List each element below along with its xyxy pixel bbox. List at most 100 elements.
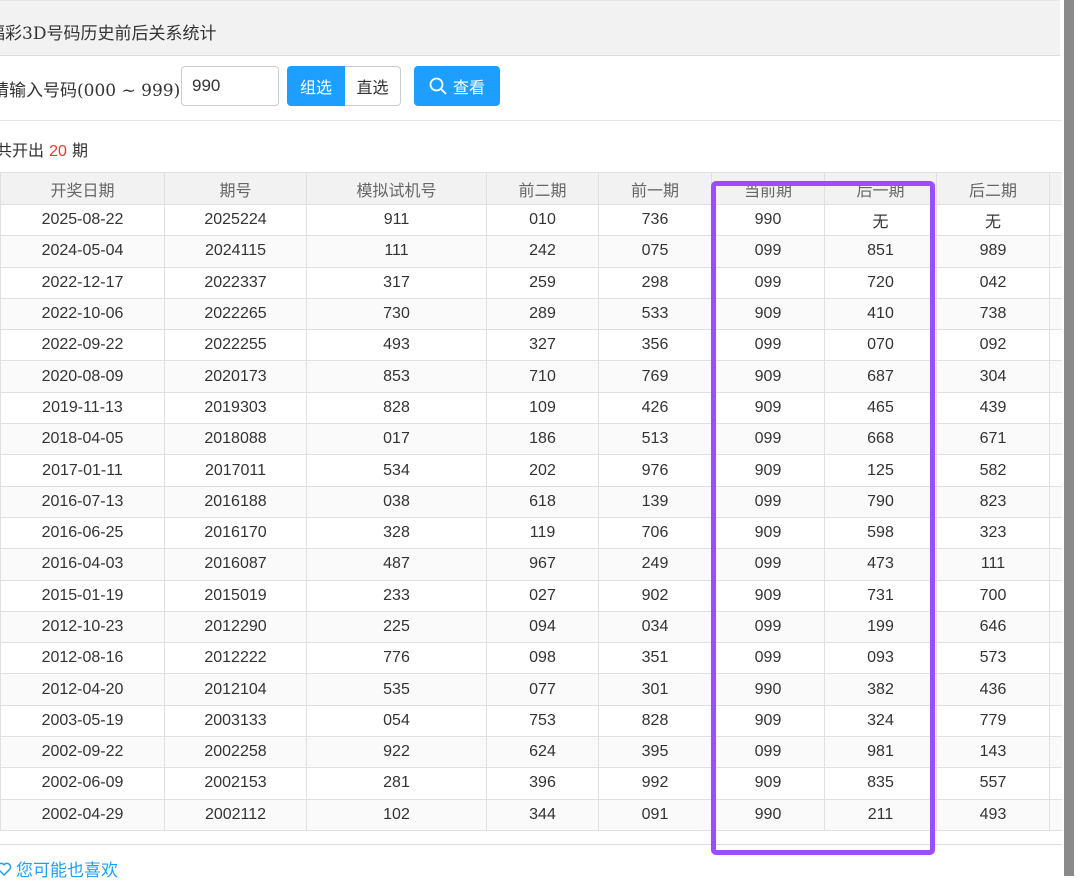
cell-test-number: 911: [306, 203, 487, 237]
divider: [0, 120, 1062, 121]
table-row: 2016-07-13 2016188 038 618 139 099 790 823: [0, 485, 1062, 518]
cell-test-number: 776: [306, 642, 487, 675]
you-may-like-link[interactable]: 您可能也喜欢: [0, 856, 118, 881]
table-row: 2017-01-11 2017011 534 202 976 909 125 582: [0, 454, 1062, 487]
cell-spacer: [1049, 297, 1062, 331]
cell-test-number: 317: [306, 266, 487, 299]
cell-issue: 2012222: [164, 642, 307, 675]
cell-spacer: [1049, 704, 1062, 738]
column-header-issue[interactable]: 期号: [164, 172, 307, 205]
cell-issue: 2022265: [164, 297, 307, 331]
cell-spacer: [1049, 235, 1062, 268]
cell-test-number: 828: [306, 391, 487, 425]
cell-next-1: 211: [824, 798, 937, 831]
cell-prev-1: 706: [598, 516, 712, 550]
cell-issue: 2012104: [164, 673, 307, 706]
cell-prev-1: 902: [598, 579, 712, 612]
cell-prev-2: 119: [486, 516, 599, 550]
direct-select-button[interactable]: 直选: [345, 66, 401, 106]
cell-issue: 2012290: [164, 610, 307, 644]
column-header-next-2[interactable]: 后二期: [936, 172, 1050, 205]
cell-issue: 2019303: [164, 391, 307, 425]
cell-draw-date: 2017-01-11: [0, 454, 165, 487]
cell-current: 909: [711, 767, 825, 800]
cell-test-number: 225: [306, 610, 487, 644]
cell-current: 909: [711, 516, 825, 550]
cell-issue: 2016087: [164, 548, 307, 581]
cell-next-2: 557: [936, 767, 1050, 800]
cell-test-number: 534: [306, 454, 487, 487]
cell-next-1: 473: [824, 548, 937, 581]
table-row: 2018-04-05 2018088 017 186 513 099 668 671: [0, 423, 1062, 456]
cell-next-1: 无: [824, 203, 937, 237]
table-row: 2025-08-22 2025224 911 010 736 990 无无: [0, 203, 1062, 237]
cell-next-2: 493: [936, 798, 1050, 831]
cell-draw-date: 2002-09-22: [0, 736, 165, 769]
cell-spacer: [1049, 767, 1062, 800]
cell-test-number: 328: [306, 516, 487, 550]
cell-next-2: 671: [936, 423, 1050, 456]
cell-prev-1: 533: [598, 297, 712, 331]
cell-next-2: 989: [936, 235, 1050, 268]
selection-type-toggle: 组选 直选: [287, 66, 401, 106]
column-header-test-number[interactable]: 模拟试机号: [306, 172, 487, 205]
cell-next-1: 070: [824, 329, 937, 362]
cell-spacer: [1049, 360, 1062, 393]
cell-test-number: 493: [306, 329, 487, 362]
table-row: 2003-05-19 2003133 054 753 828 909 324 779: [0, 704, 1062, 738]
cell-prev-1: 426: [598, 391, 712, 425]
cell-next-1: 410: [824, 297, 937, 331]
table-row: 2020-08-09 2020173 853 710 769 909 687 304: [0, 360, 1062, 393]
column-header-next-1[interactable]: 后一期: [824, 172, 937, 205]
number-input-label: 请输入号码(000 ~ 999)：: [0, 81, 198, 101]
cell-prev-1: 992: [598, 767, 712, 800]
cell-draw-date: 2016-06-25: [0, 516, 165, 550]
cell-current: 909: [711, 579, 825, 612]
cell-prev-2: 027: [486, 579, 599, 612]
cell-spacer: [1049, 391, 1062, 425]
search-icon: [429, 77, 447, 95]
cell-prev-2: 710: [486, 360, 599, 393]
cell-prev-2: 624: [486, 736, 599, 769]
table-row: 2022-09-22 2022255 493 327 356 099 070 092: [0, 329, 1062, 362]
panel-header: 福彩3D号码历史前后关系统计: [0, 0, 1060, 56]
cell-next-1: 835: [824, 767, 937, 800]
cell-current: 909: [711, 360, 825, 393]
cell-current: 099: [711, 329, 825, 362]
cell-next-1: 598: [824, 516, 937, 550]
cell-next-2: 573: [936, 642, 1050, 675]
column-header-prev-2[interactable]: 前二期: [486, 172, 599, 205]
cell-issue: 2002258: [164, 736, 307, 769]
cell-draw-date: 2022-09-22: [0, 329, 165, 362]
cell-test-number: 487: [306, 548, 487, 581]
cell-next-1: 731: [824, 579, 937, 612]
cell-test-number: 017: [306, 423, 487, 456]
cell-prev-2: 344: [486, 798, 599, 831]
cell-prev-2: 202: [486, 454, 599, 487]
group-select-button[interactable]: 组选: [287, 66, 345, 106]
cell-test-number: 535: [306, 673, 487, 706]
view-button[interactable]: 查看: [414, 66, 500, 106]
column-header-current[interactable]: 当前期: [711, 172, 825, 205]
cell-issue: 2022337: [164, 266, 307, 299]
cell-spacer: [1049, 454, 1062, 487]
cell-prev-1: 828: [598, 704, 712, 738]
cell-prev-2: 077: [486, 673, 599, 706]
scrollbar[interactable]: [1062, 0, 1080, 876]
cell-prev-2: 396: [486, 767, 599, 800]
number-input[interactable]: [181, 66, 279, 106]
cell-prev-2: 098: [486, 642, 599, 675]
scrollbar-thumb[interactable]: [1064, 0, 1074, 876]
cell-current: 099: [711, 235, 825, 268]
cell-prev-1: 249: [598, 548, 712, 581]
column-header-draw-date[interactable]: 开奖日期: [0, 172, 165, 205]
cell-draw-date: 2012-04-20: [0, 673, 165, 706]
cell-current: 099: [711, 610, 825, 644]
column-header-prev-1[interactable]: 前一期: [598, 172, 712, 205]
cell-next-2: 323: [936, 516, 1050, 550]
cell-next-2: 436: [936, 673, 1050, 706]
table-row: 2012-08-16 2012222 776 098 351 099 093 573: [0, 642, 1062, 675]
cell-prev-2: 094: [486, 610, 599, 644]
cell-next-2: 738: [936, 297, 1050, 331]
table-row: 2016-04-03 2016087 487 967 249 099 473 111: [0, 548, 1062, 581]
